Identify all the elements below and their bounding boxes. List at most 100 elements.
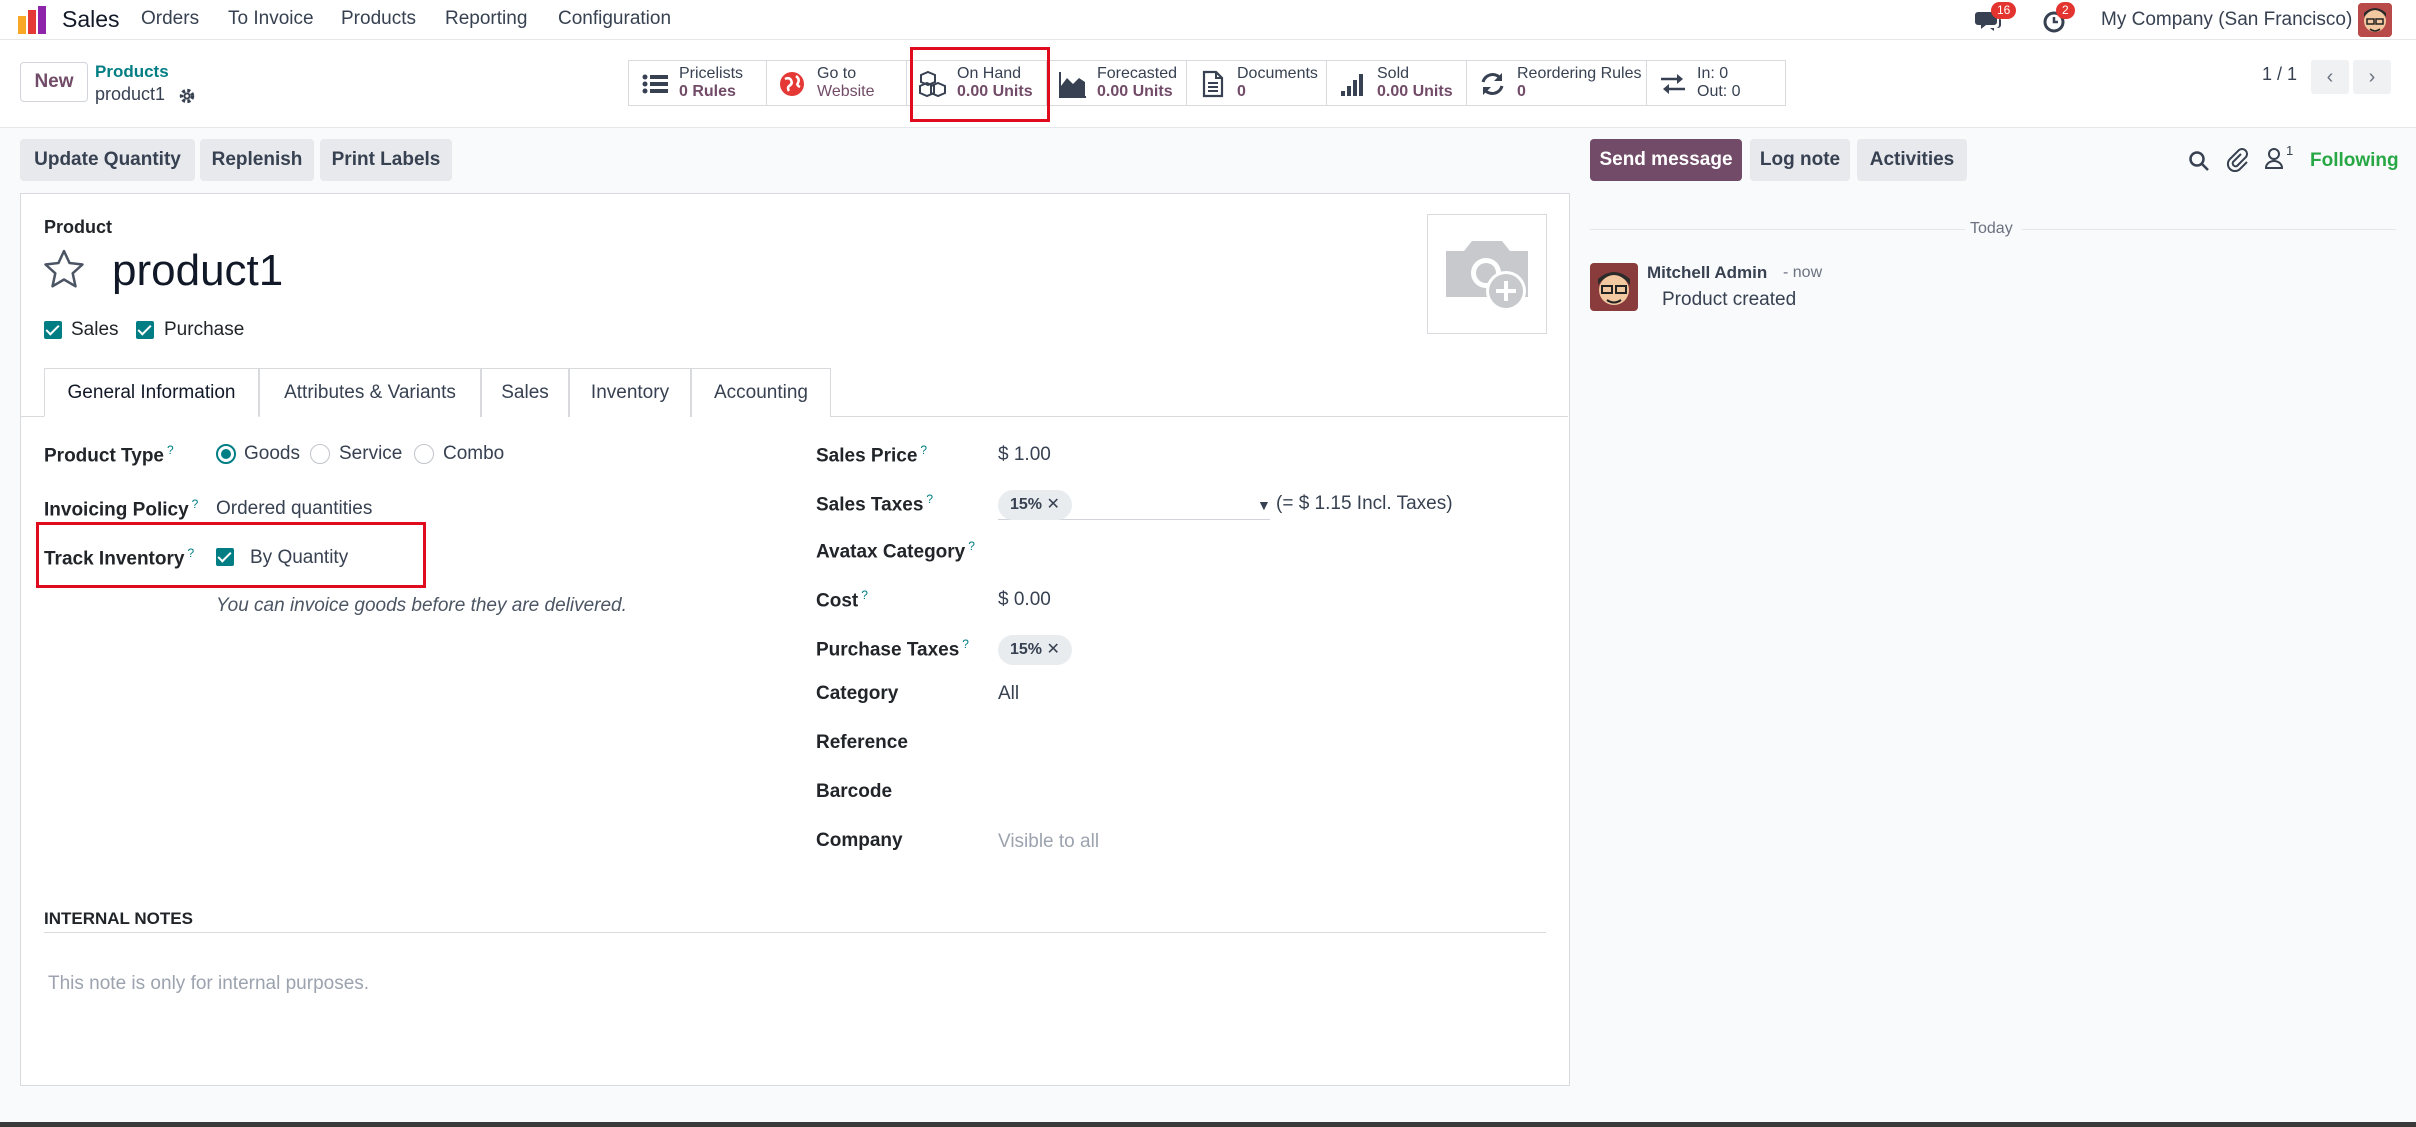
smart-button-sold[interactable]: Sold 0.00 Units [1327,61,1467,105]
product-type-combo-radio[interactable] [414,444,434,464]
app-name[interactable]: Sales [62,6,120,33]
invoicing-policy-select[interactable]: Ordered quantities [216,498,372,520]
menu-reporting[interactable]: Reporting [445,8,527,30]
followers-count: 1 [2286,143,2294,158]
barcode-field[interactable] [998,777,1538,807]
purchase-checkbox[interactable] [136,321,154,339]
smart-button-title: Go to [817,65,857,82]
product-type-combo-label: Combo [443,443,505,464]
sales-taxes-tag[interactable]: 15% ✕ [998,490,1072,520]
purchase-taxes-tag[interactable]: 15% ✕ [998,635,1072,665]
smart-button-forecasted[interactable]: Forecasted 0.00 Units [1047,61,1187,105]
globe-icon [780,72,804,96]
category-label: Category [816,683,899,704]
chevron-down-icon[interactable]: ▼ [1257,497,1271,513]
pager-previous-button[interactable]: ‹ [2311,60,2349,94]
close-icon[interactable]: ✕ [1046,496,1059,513]
breadcrumb-products[interactable]: Products [95,62,169,82]
message-author[interactable]: Mitchell Admin [1647,263,1767,283]
print-labels-button[interactable]: Print Labels [320,139,452,181]
area-chart-icon [1059,72,1086,98]
author-avatar[interactable] [1590,263,1638,311]
invoice-hint: You can invoice goods before they are de… [216,595,627,616]
activities-tab-button[interactable]: Activities [1857,139,1967,181]
product-image[interactable] [1427,214,1547,334]
messages-badge: 16 [1991,2,2017,19]
internal-notes-field[interactable]: This note is only for internal purposes. [48,973,369,995]
product-name-field[interactable]: product1 [112,246,283,296]
highlight-on-hand [910,47,1050,122]
avatax-category-label: Avatax Category? [816,539,975,563]
smart-button-value: Website [817,83,875,100]
following-button[interactable]: Following [2310,150,2399,172]
smart-buttons: Pricelists 0 Rules Go to Website On Hand… [628,60,1786,106]
smart-button-title: Forecasted [1097,65,1178,82]
reference-field[interactable] [998,728,1538,758]
smart-button-pricelists[interactable]: Pricelists 0 Rules [629,61,767,105]
sales-price-field[interactable]: $ 1.00 [998,444,1051,466]
chevron-left-icon: ‹ [2326,66,2334,88]
log-note-button[interactable]: Log note [1750,139,1850,181]
close-icon[interactable]: ✕ [1046,641,1059,658]
help-icon[interactable]: ? [926,492,933,506]
gear-icon[interactable] [178,87,196,105]
help-icon[interactable]: ? [968,539,975,553]
activities-button[interactable]: 2 [2042,2,2075,34]
help-icon[interactable]: ? [167,443,174,457]
product-label: Product [44,217,113,237]
menu-to-invoice[interactable]: To Invoice [228,8,314,30]
help-icon[interactable]: ? [192,497,199,511]
help-icon[interactable]: ? [861,588,868,602]
tab-accounting[interactable]: Accounting [691,368,831,417]
company-field[interactable]: Visible to all [998,831,1099,853]
sales-app-icon[interactable] [18,6,48,34]
sales-checkbox[interactable] [44,321,62,339]
smart-button-value: 0 Rules [679,83,736,100]
smart-button-title: Pricelists [679,65,744,82]
paperclip-icon[interactable] [2226,148,2248,172]
menu-products[interactable]: Products [341,8,416,30]
star-icon[interactable] [42,248,86,290]
menu-orders[interactable]: Orders [141,8,199,30]
smart-button-reordering-rules[interactable]: Reordering Rules 0 [1467,61,1647,105]
smart-button-in-out[interactable]: In: 0 Out: 0 [1647,61,1785,105]
tab-sales[interactable]: Sales [481,368,569,417]
user-icon [2264,148,2284,169]
smart-button-website[interactable]: Go to Website [767,61,907,105]
update-quantity-button[interactable]: Update Quantity [20,139,195,181]
tab-attributes-variants[interactable]: Attributes & Variants [259,368,481,417]
refresh-icon [1481,73,1504,95]
pager-next-button[interactable]: › [2353,60,2391,94]
message-body: Product created [1662,289,1797,310]
search-icon[interactable] [2188,150,2210,172]
message-time: - now [1783,264,1823,281]
product-type-service-radio[interactable] [310,444,330,464]
control-panel: New Products product1 Pricelists 0 Rules… [0,40,2416,128]
replenish-button[interactable]: Replenish [200,139,314,181]
user-avatar[interactable] [2358,3,2392,37]
exchange-icon [1661,74,1685,94]
send-message-button[interactable]: Send message [1590,139,1742,181]
messages-button[interactable]: 16 [1975,2,2017,34]
date-separator-line-right [2022,229,2396,230]
pager-value[interactable]: 1 / 1 [2262,64,2297,85]
tab-general-information[interactable]: General Information [44,368,259,417]
help-icon[interactable]: ? [920,443,927,457]
date-separator-line-left [1590,229,1965,230]
category-field[interactable]: All [998,683,1019,705]
smart-button-documents[interactable]: Documents 0 [1187,61,1327,105]
cost-field[interactable]: $ 0.00 [998,589,1051,611]
tab-inventory[interactable]: Inventory [569,368,691,417]
product-type-goods-radio[interactable] [216,444,236,464]
company-switcher[interactable]: My Company (San Francisco) [2101,9,2352,31]
product-type-service-label: Service [339,443,403,464]
new-button[interactable]: New [20,62,88,102]
activities-badge: 2 [2056,2,2075,19]
menu-configuration[interactable]: Configuration [558,8,671,30]
smart-button-value: 0.00 Units [1097,83,1173,100]
followers-button[interactable]: 1 [2264,143,2294,172]
document-icon [1202,70,1224,98]
sales-taxes-label: Sales Taxes? [816,492,934,516]
help-icon[interactable]: ? [962,637,969,651]
bottom-bar [0,1122,2416,1127]
